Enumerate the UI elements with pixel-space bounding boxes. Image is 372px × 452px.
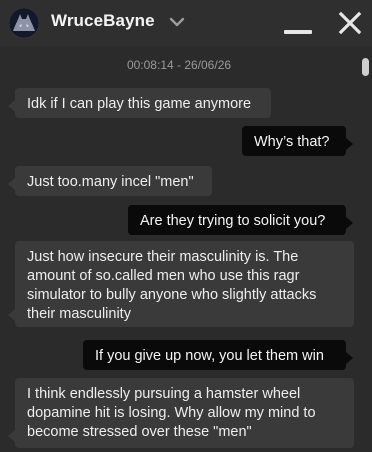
chevron-down-icon[interactable] <box>167 12 187 32</box>
message-incoming: Just how insecure their masculinity is. … <box>8 241 354 327</box>
username[interactable]: WruceBayne <box>51 11 155 31</box>
avatar[interactable] <box>9 8 39 38</box>
timestamp: 00:08:14 - 26/06/26 <box>126 58 232 72</box>
chat-window: WruceBayne 00:08:14 - 26/06/26 Idk if I … <box>0 0 372 452</box>
message-incoming: I think endlessly pursuing a hamster whe… <box>8 378 354 448</box>
close-icon[interactable] <box>336 9 364 37</box>
scrollbar-thumb[interactable] <box>362 58 369 76</box>
chat-log[interactable]: 00:08:14 - 26/06/26 Idk if I can play th… <box>0 46 358 452</box>
message-outgoing: Why’s that? <box>242 126 353 156</box>
message-incoming: Idk if I can play this game anymore <box>8 88 271 118</box>
message-outgoing: If you give up now, you let them win <box>83 340 353 370</box>
batman-avatar-icon <box>9 8 39 38</box>
title-bar: WruceBayne <box>0 0 372 46</box>
message-incoming: Just too.many incel "men" <box>8 166 212 196</box>
minimize-icon[interactable] <box>281 18 315 40</box>
scrollbar[interactable] <box>358 46 372 452</box>
message-outgoing: Are they trying to solicit you? <box>128 205 353 235</box>
